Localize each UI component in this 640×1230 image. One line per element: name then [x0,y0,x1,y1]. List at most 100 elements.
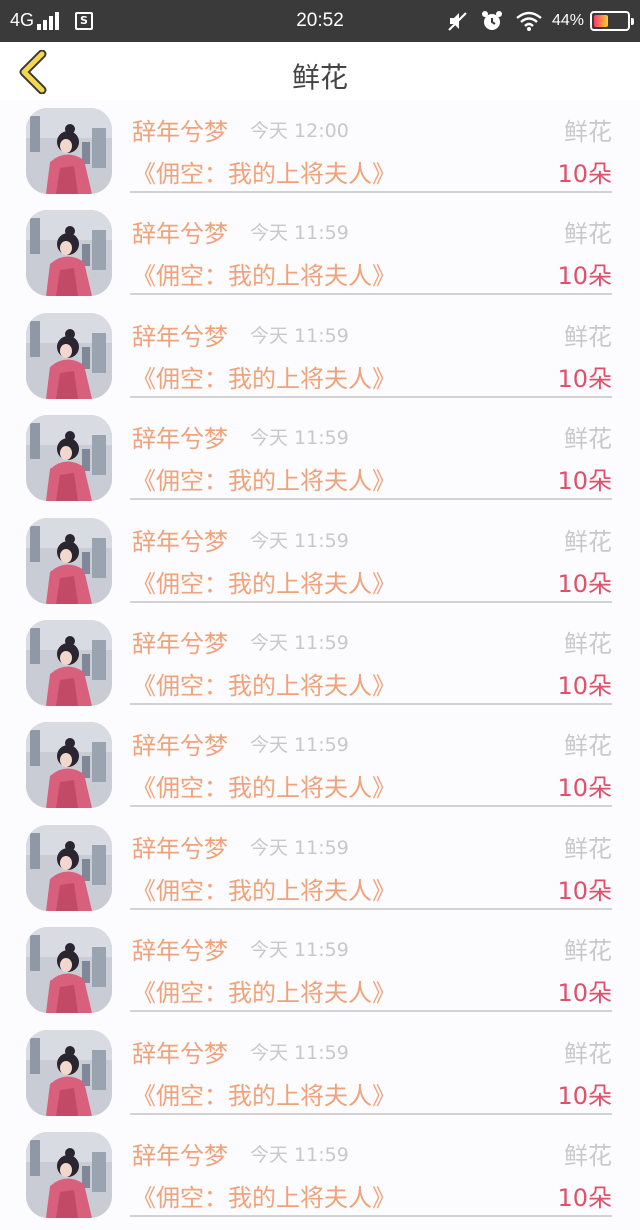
book-title: 《佣空：我的上将夫人》 [132,569,396,598]
row-header: 辞年兮梦 今天 11:59 鲜花 [130,1136,612,1170]
gift-type: 鲜花 [564,425,612,454]
timestamp: 今天 11:59 [250,324,349,347]
avatar-image [26,722,112,809]
gift-type: 鲜花 [564,937,612,966]
sender-name: 辞年兮梦 [132,425,228,454]
row-header: 辞年兮梦 今天 11:59 鲜花 [130,214,612,248]
list-item[interactable]: 辞年兮梦 今天 11:59 鲜花 《佣空：我的上将夫人》 10朵 [0,202,640,304]
row-header: 辞年兮梦 今天 11:59 鲜花 [130,317,612,351]
list-item[interactable]: 辞年兮梦 今天 11:59 鲜花 《佣空：我的上将夫人》 10朵 [0,714,640,816]
gift-record-list: 辞年兮梦 今天 12:00 鲜花 《佣空：我的上将夫人》 10朵 辞年兮梦 今天… [0,100,640,1226]
avatar [26,210,112,297]
row-detail: 《佣空：我的上将夫人》 10朵 [130,768,612,804]
status-bar: 4G S 20:52 44% [0,0,640,42]
gift-type: 鲜花 [564,629,612,658]
battery-level-fill [594,15,608,27]
divider [130,395,612,398]
avatar [26,415,112,502]
list-item[interactable]: 辞年兮梦 今天 11:59 鲜花 《佣空：我的上将夫人》 10朵 [0,919,640,1021]
divider [130,1214,612,1217]
avatar-image [26,415,112,502]
row-detail: 《佣空：我的上将夫人》 10朵 [130,461,612,497]
row-header: 辞年兮梦 今天 11:59 鲜花 [130,624,612,658]
avatar-image [26,517,112,604]
gift-count: 10朵 [557,876,612,905]
divider [130,191,612,193]
avatar [26,1029,112,1116]
book-title: 《佣空：我的上将夫人》 [132,364,396,393]
sender-name: 辞年兮梦 [132,220,228,249]
sender-name: 辞年兮梦 [132,118,228,146]
avatar [26,1131,112,1218]
gift-count: 10朵 [557,1081,612,1110]
timestamp: 今天 11:59 [250,1143,349,1166]
status-right: 44% [434,9,634,33]
sender-name: 辞年兮梦 [132,937,228,966]
avatar [26,722,112,809]
row-header: 辞年兮梦 今天 12:00 鲜花 [130,112,612,146]
book-title: 《佣空：我的上将夫人》 [132,467,396,496]
timestamp: 今天 11:59 [250,1041,349,1064]
divider [130,702,612,705]
avatar-image [26,619,112,706]
gift-count: 10朵 [557,160,612,188]
gift-type: 鲜花 [564,322,612,351]
row-header: 辞年兮梦 今天 11:59 鲜花 [130,726,612,760]
book-title: 《佣空：我的上将夫人》 [132,1183,396,1212]
gift-type: 鲜花 [564,732,612,761]
book-title: 《佣空：我的上将夫人》 [132,1081,396,1110]
book-title: 《佣空：我的上将夫人》 [132,876,396,905]
row-header: 辞年兮梦 今天 11:59 鲜花 [130,522,612,556]
book-title: 《佣空：我的上将夫人》 [132,671,396,700]
timestamp: 今天 12:00 [250,120,349,142]
avatar [26,108,112,194]
avatar-image [26,210,112,297]
row-detail: 《佣空：我的上将夫人》 10朵 [130,154,612,190]
row-header: 辞年兮梦 今天 11:59 鲜花 [130,829,612,863]
row-detail: 《佣空：我的上将夫人》 10朵 [130,1076,612,1112]
gift-type: 鲜花 [564,1039,612,1068]
gift-count: 10朵 [557,671,612,700]
sender-name: 辞年兮梦 [132,732,228,761]
list-item[interactable]: 辞年兮梦 今天 11:59 鲜花 《佣空：我的上将夫人》 10朵 [0,510,640,612]
gift-count: 10朵 [557,569,612,598]
list-item[interactable]: 辞年兮梦 今天 11:59 鲜花 《佣空：我的上将夫人》 10朵 [0,817,640,919]
avatar [26,312,112,399]
gift-count: 10朵 [557,774,612,803]
row-header: 辞年兮梦 今天 11:59 鲜花 [130,419,612,453]
book-title: 《佣空：我的上将夫人》 [132,979,396,1008]
list-item[interactable]: 辞年兮梦 今天 11:59 鲜花 《佣空：我的上将夫人》 10朵 [0,1124,640,1226]
gift-type: 鲜花 [564,834,612,863]
list-item[interactable]: 辞年兮梦 今天 11:59 鲜花 《佣空：我的上将夫人》 10朵 [0,612,640,714]
timestamp: 今天 11:59 [250,222,349,245]
battery-percent: 44% [551,12,584,29]
divider [130,907,612,910]
list-item[interactable]: 辞年兮梦 今天 11:59 鲜花 《佣空：我的上将夫人》 10朵 [0,305,640,407]
list-item[interactable]: 辞年兮梦 今天 12:00 鲜花 《佣空：我的上将夫人》 10朵 [0,100,640,202]
avatar [26,517,112,604]
list-item[interactable]: 辞年兮梦 今天 11:59 鲜花 《佣空：我的上将夫人》 10朵 [0,407,640,509]
row-detail: 《佣空：我的上将夫人》 10朵 [130,871,612,907]
row-header: 辞年兮梦 今天 11:59 鲜花 [130,931,612,965]
avatar [26,927,112,1014]
row-detail: 《佣空：我的上将夫人》 10朵 [130,1178,612,1214]
divider [130,293,612,296]
avatar-image [26,927,112,1014]
divider [130,1010,612,1013]
list-item[interactable]: 辞年兮梦 今天 11:59 鲜花 《佣空：我的上将夫人》 10朵 [0,1022,640,1124]
sender-name: 辞年兮梦 [132,527,228,556]
divider [130,498,612,501]
book-title: 《佣空：我的上将夫人》 [132,160,396,188]
sender-name: 辞年兮梦 [132,1141,228,1170]
row-detail: 《佣空：我的上将夫人》 10朵 [130,256,612,292]
avatar-image [26,312,112,399]
divider [130,600,612,603]
avatar-image [26,824,112,911]
timestamp: 今天 11:59 [250,836,349,859]
gift-count: 10朵 [557,1183,612,1212]
timestamp: 今天 11:59 [250,631,349,654]
timestamp: 今天 11:59 [250,939,349,962]
avatar-image [26,1131,112,1218]
divider [130,805,612,808]
gift-count: 10朵 [557,979,612,1008]
